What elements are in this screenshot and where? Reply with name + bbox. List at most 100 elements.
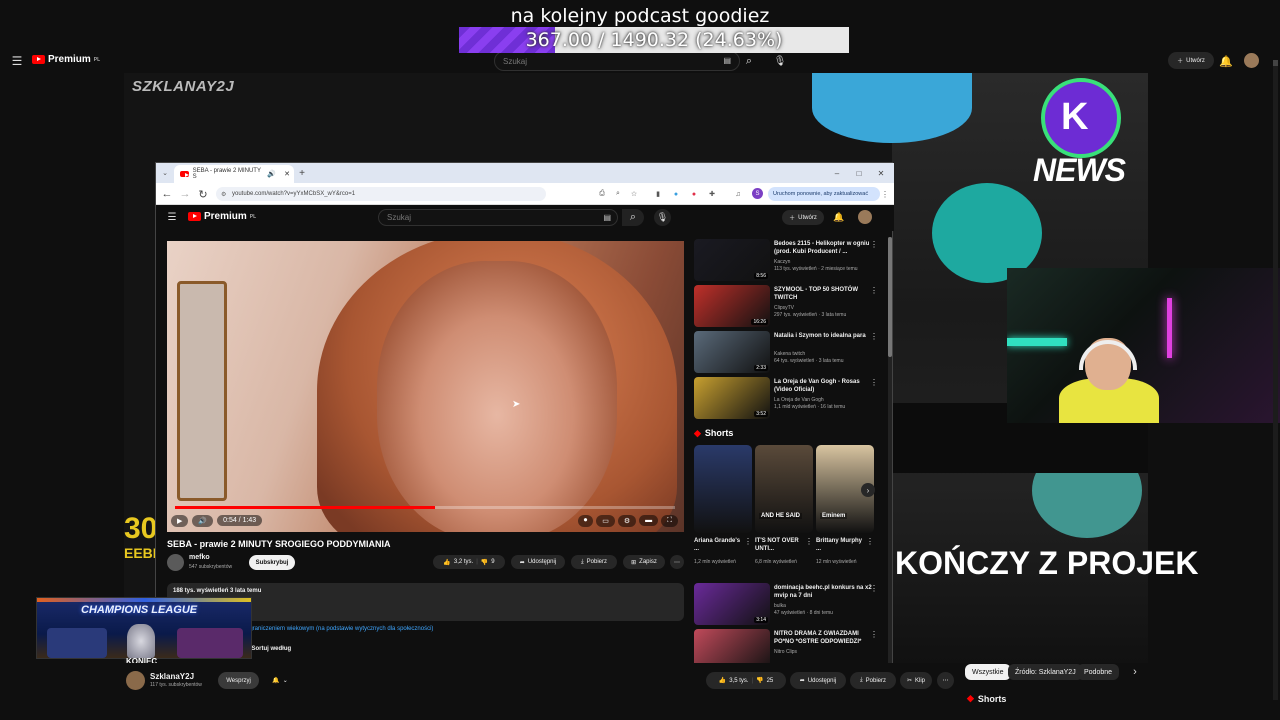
more-options-icon[interactable]: ⋮ bbox=[866, 537, 874, 546]
menu-icon[interactable]: ☰ bbox=[10, 54, 24, 68]
thumbs-down-icon[interactable]: 👎 bbox=[756, 677, 763, 684]
puzzle-icon[interactable]: ✚ bbox=[706, 187, 718, 201]
recommended-video[interactable]: 8:56 Bedoes 2115 - Helikopter w ogniu (pr… bbox=[694, 237, 886, 283]
profile-avatar[interactable]: S bbox=[752, 188, 763, 199]
like-count[interactable]: 3,5 tys. bbox=[729, 678, 748, 684]
video-player[interactable]: ➤ ▶ 🔊 0:54 / 1:43 ⏺ ▭ ⚙ ▬ ⛶ bbox=[167, 241, 684, 532]
download-button[interactable]: ⤓ Pobierz bbox=[571, 555, 617, 569]
more-actions-icon[interactable]: ⋯ bbox=[937, 672, 954, 689]
bell-icon[interactable]: 🔔 bbox=[832, 210, 846, 224]
video-thumbnail[interactable]: 8:56 bbox=[694, 239, 770, 281]
media-icon[interactable]: ♫ bbox=[732, 187, 744, 201]
user-avatar[interactable] bbox=[1244, 53, 1259, 68]
channel-name[interactable]: Kakena twitch bbox=[774, 351, 805, 357]
install-icon[interactable]: ⎙ bbox=[596, 187, 608, 201]
recommended-video[interactable]: 2:33 Natalia i Szymon to idealna para Kake… bbox=[694, 329, 886, 375]
clip-button[interactable]: ✂ Klip bbox=[900, 672, 932, 689]
subtitles-icon[interactable]: ▭ bbox=[596, 514, 615, 527]
video-title[interactable]: NITRO DRAMA Z GWIAZDAMI PO*NO *OSTRE ODP… bbox=[774, 630, 872, 646]
microphone-icon[interactable]: 🎙 bbox=[772, 51, 788, 71]
video-thumbnail[interactable]: 3:52 bbox=[694, 377, 770, 419]
more-options-icon[interactable]: ⋮ bbox=[870, 378, 878, 387]
settings-icon[interactable]: ⚙ bbox=[617, 514, 637, 527]
youtube-premium-logo[interactable]: Premium PL bbox=[32, 54, 100, 65]
channel-avatar[interactable] bbox=[167, 554, 184, 571]
recommended-video[interactable]: 3:14 dominacja beehc.pl konkurs na x2 mvi… bbox=[694, 581, 886, 627]
thumbs-down-icon[interactable]: 👎 bbox=[481, 559, 488, 566]
maximize-icon[interactable]: □ bbox=[852, 166, 866, 180]
keyboard-icon[interactable]: ▤ bbox=[603, 213, 611, 222]
more-options-icon[interactable]: ⋮ bbox=[870, 630, 878, 639]
age-restriction-link[interactable]: ograniczeniem wiekowym (na podstawie wyt… bbox=[246, 626, 433, 632]
channel-name[interactable]: mefko bbox=[189, 554, 210, 561]
create-button[interactable]: ＋ Utwórz bbox=[782, 210, 824, 225]
short-thumbnail[interactable] bbox=[694, 445, 752, 533]
notification-bell-button[interactable]: 🔔 ⌄ bbox=[264, 672, 296, 689]
more-options-icon[interactable]: ⋮ bbox=[870, 584, 878, 593]
video-title[interactable]: La Oreja de Van Gogh - Rosas (Video Ofic… bbox=[774, 378, 872, 394]
extension-icon[interactable]: ● bbox=[670, 187, 682, 201]
video-title[interactable]: SZYMOOL - TOP 50 SHOTÓW TWITCH bbox=[774, 286, 872, 302]
more-options-icon[interactable]: ⋮ bbox=[870, 286, 878, 295]
forward-icon[interactable]: → bbox=[178, 187, 192, 201]
autoplay-toggle-icon[interactable]: ⏺ bbox=[577, 514, 594, 527]
share-button[interactable]: ➦ Udostępnij bbox=[511, 555, 565, 569]
chip-all[interactable]: Wszystkie bbox=[965, 664, 1011, 680]
download-button[interactable]: ⤓ Pobierz bbox=[850, 672, 896, 689]
video-thumbnail[interactable]: 16:26 bbox=[694, 285, 770, 327]
chevron-right-icon[interactable]: › bbox=[861, 483, 875, 497]
short-title[interactable]: IT'S NOT OVER UNTI... bbox=[755, 537, 805, 553]
address-bar[interactable]: ⚙ youtube.com/watch?v=yYxMCbSX_wY&rco=1 bbox=[216, 187, 546, 201]
subscribe-button[interactable]: Subskrybuj bbox=[249, 555, 295, 570]
zoom-icon[interactable]: ⌕ bbox=[612, 187, 624, 201]
sidebar-scrollbar[interactable] bbox=[888, 237, 892, 667]
thumbs-up-icon[interactable]: 👍 bbox=[719, 677, 726, 684]
volume-icon[interactable]: 🔊 bbox=[192, 514, 214, 527]
channel-name[interactable]: Nitro Clips bbox=[774, 649, 797, 655]
site-info-icon[interactable]: ⚙ bbox=[221, 191, 226, 198]
short-title[interactable]: Brittany Murphy ... bbox=[816, 537, 866, 553]
keyboard-icon[interactable]: ▤ bbox=[723, 56, 731, 65]
menu-icon[interactable]: ☰ bbox=[166, 211, 178, 223]
browser-tab[interactable]: SEBA - prawie 2 MINUTY S 🔊 ✕ bbox=[174, 165, 294, 183]
more-options-icon[interactable]: ⋮ bbox=[870, 240, 878, 249]
chip-source[interactable]: Źródło: SzklanaY2J bbox=[1008, 664, 1083, 680]
tab-search-icon[interactable]: ⌄ bbox=[160, 167, 170, 179]
browser-window[interactable]: ⌄ SEBA - prawie 2 MINUTY S 🔊 ✕ + – □ ✕ ←… bbox=[155, 162, 894, 667]
channel-avatar[interactable] bbox=[126, 671, 145, 690]
recommended-video[interactable]: 3:52 La Oreja de Van Gogh - Rosas (Video … bbox=[694, 375, 886, 421]
scrollbar-thumb[interactable] bbox=[888, 237, 892, 357]
like-count[interactable]: 3,2 tys. bbox=[454, 559, 473, 565]
close-tab-icon[interactable]: ✕ bbox=[284, 170, 290, 178]
save-button[interactable]: ⊞ Zapisz bbox=[623, 555, 665, 569]
thumbs-up-icon[interactable]: 👍 bbox=[443, 559, 450, 566]
video-title[interactable]: dominacja beehc.pl konkurs na x2 mvip na… bbox=[774, 584, 872, 600]
search-icon[interactable]: ⌕ bbox=[740, 51, 758, 71]
more-options-icon[interactable]: ⋮ bbox=[805, 537, 813, 546]
search-icon[interactable]: ⌕ bbox=[622, 209, 644, 226]
extension-icon[interactable]: ● bbox=[688, 187, 700, 201]
bookmark-icon[interactable]: ☆ bbox=[628, 187, 640, 201]
more-menu-icon[interactable]: ⋮ bbox=[880, 187, 890, 201]
close-window-icon[interactable]: ✕ bbox=[874, 166, 888, 180]
microphone-icon[interactable]: 🎙 bbox=[654, 209, 671, 226]
recommended-video[interactable]: NITRO DRAMA Z GWIAZDAMI PO*NO *OSTRE ODP… bbox=[694, 627, 886, 667]
new-tab-icon[interactable]: + bbox=[296, 167, 308, 179]
extension-icon[interactable]: ▮ bbox=[652, 187, 664, 201]
back-icon[interactable]: ← bbox=[160, 187, 174, 201]
channel-name[interactable]: La Oreja de Van Gogh bbox=[774, 397, 824, 403]
user-avatar[interactable] bbox=[858, 210, 872, 224]
inner-search-input[interactable]: Szukaj ▤ bbox=[378, 209, 618, 226]
more-actions-icon[interactable]: ⋯ bbox=[670, 555, 684, 569]
short-thumbnail[interactable]: AND HE SAID bbox=[755, 445, 813, 533]
reload-icon[interactable]: ↻ bbox=[196, 187, 210, 201]
support-button[interactable]: Wesprzyj bbox=[218, 672, 259, 689]
short-title[interactable]: Ariana Grande's ... bbox=[694, 537, 744, 553]
update-notice-button[interactable]: Uruchom ponownie, aby zaktualizować bbox=[768, 187, 880, 201]
page-scrollbar[interactable] bbox=[1273, 60, 1278, 700]
video-thumbnail[interactable]: 2:33 bbox=[694, 331, 770, 373]
theater-mode-icon[interactable]: ▬ bbox=[639, 515, 659, 526]
video-thumbnail[interactable]: 3:14 bbox=[694, 583, 770, 625]
more-options-icon[interactable]: ⋮ bbox=[870, 332, 878, 341]
video-thumbnail[interactable] bbox=[694, 629, 770, 667]
